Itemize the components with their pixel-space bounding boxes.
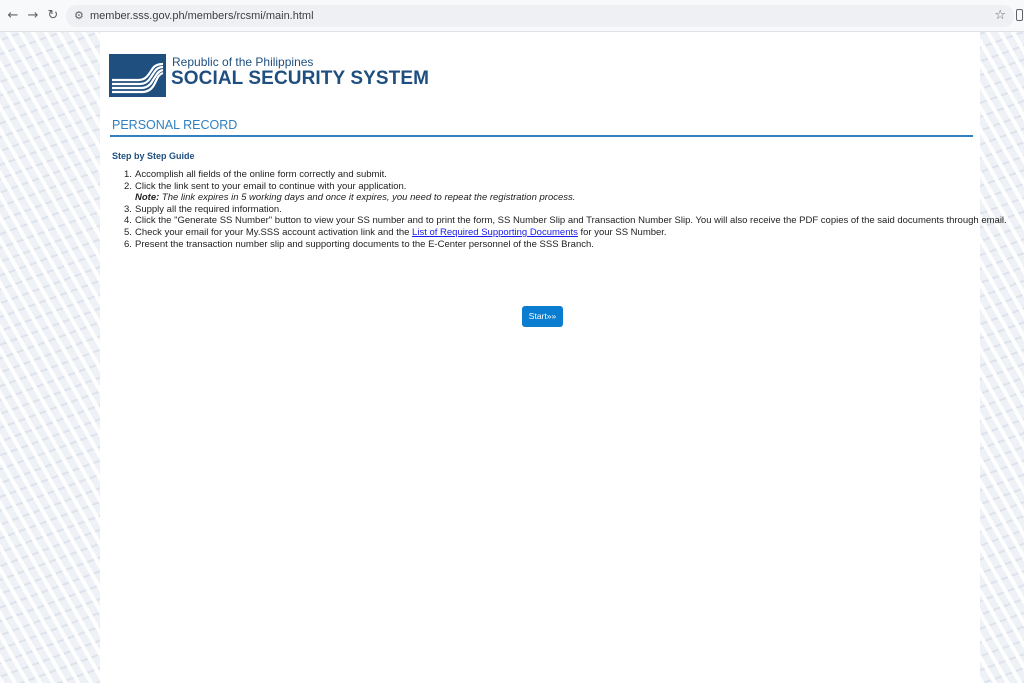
back-arrow-icon[interactable]: ←	[4, 7, 22, 25]
expiry-note: Note: The link expires in 5 working days…	[135, 192, 576, 204]
title-divider	[110, 135, 973, 137]
site-settings-icon[interactable]: ⚙	[74, 8, 88, 24]
forward-arrow-icon[interactable]: →	[24, 7, 42, 25]
list-item: 3. Supply all the required information.	[124, 203, 282, 215]
list-item: 5. Check your email for your My.SSS accou…	[124, 226, 667, 238]
list-item: 1. Accomplish all fields of the online fo…	[124, 169, 387, 180]
steps-list: 1. Accomplish all fields of the online fo…	[124, 169, 1007, 250]
required-documents-link[interactable]: List of Required Supporting Documents	[412, 227, 578, 238]
agency-title: SOCIAL SECURITY SYSTEM	[171, 68, 430, 89]
guide-heading: Step by Step Guide	[112, 151, 195, 161]
background-pattern-right	[980, 32, 1024, 683]
page-title: PERSONAL RECORD	[112, 118, 238, 132]
list-item: 4. Click the "Generate SS Number" button …	[124, 215, 1007, 227]
main-content: Republic of the Philippines SOCIAL SECUR…	[100, 32, 1007, 683]
list-item: 6. Present the transaction number slip an…	[124, 238, 594, 250]
url-text[interactable]: member.sss.gov.ph/members/rcsmi/main.htm…	[90, 5, 314, 27]
background-pattern-left	[0, 32, 100, 683]
side-panel-icon[interactable]	[1016, 9, 1023, 21]
sss-logo-icon	[109, 54, 166, 97]
start-button[interactable]: Start»»	[522, 306, 563, 327]
list-item: 2. Click the link sent to your email to c…	[124, 180, 407, 192]
reload-icon[interactable]: ↻	[44, 7, 62, 25]
address-bar[interactable]: ⚙ member.sss.gov.ph/members/rcsmi/main.h…	[66, 5, 1014, 27]
republic-label: Republic of the Philippines	[172, 55, 314, 69]
browser-toolbar: ← → ↻ ⚙ member.sss.gov.ph/members/rcsmi/…	[0, 0, 1024, 32]
bookmark-star-icon[interactable]: ☆	[994, 7, 1006, 25]
